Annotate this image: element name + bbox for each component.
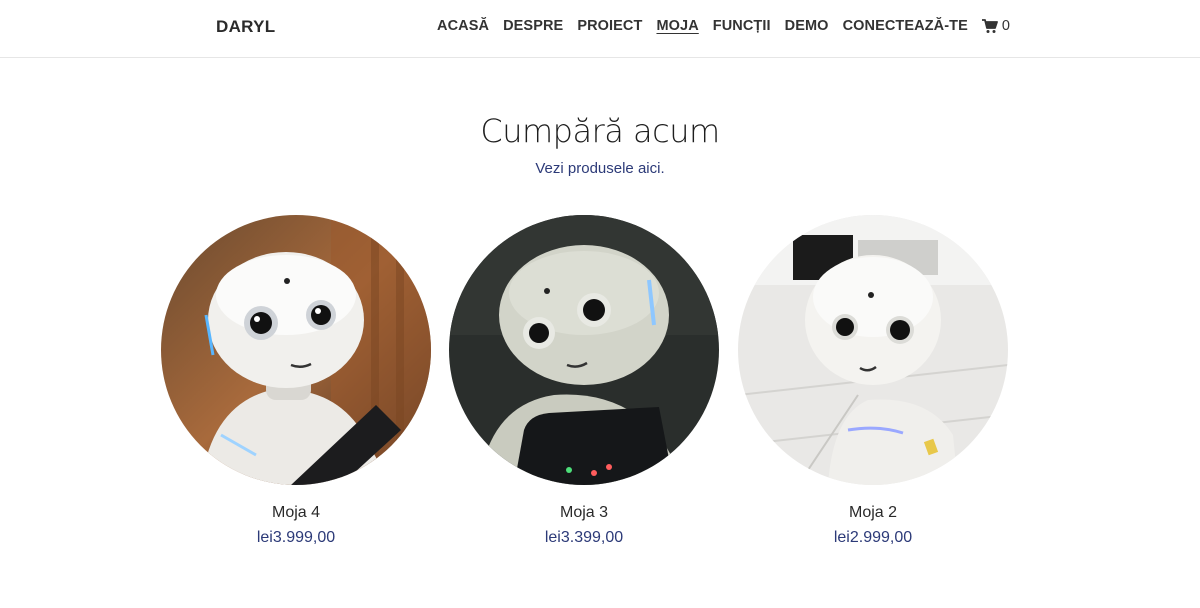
nav-item-functii[interactable]: FUNCȚII: [713, 18, 771, 34]
product-name[interactable]: Moja 3: [449, 504, 719, 522]
nav-item-moja[interactable]: MOJA: [656, 18, 698, 34]
page-subtitle: Vezi produsele aici.: [535, 160, 665, 177]
product-name[interactable]: Moja 2: [738, 504, 1008, 522]
product-card: Moja 4 lei3.999,00: [161, 215, 431, 547]
product-image[interactable]: [738, 215, 1008, 485]
product-image[interactable]: [449, 215, 719, 485]
nav-item-proiect[interactable]: PROIECT: [577, 18, 642, 34]
cart-button[interactable]: 0: [981, 18, 1010, 34]
nav-item-acasa[interactable]: ACASĂ: [437, 18, 489, 34]
brand-logo[interactable]: DARYL: [216, 17, 275, 37]
main-nav: ACASĂ DESPRE PROIECT MOJA FUNCȚII DEMO C…: [423, 18, 1010, 34]
product-image[interactable]: [161, 215, 431, 485]
site-header: DARYL ACASĂ DESPRE PROIECT MOJA FUNCȚII …: [0, 0, 1200, 58]
nav-item-demo[interactable]: DEMO: [785, 18, 829, 34]
product-name[interactable]: Moja 4: [161, 504, 431, 522]
product-price: lei2.999,00: [833, 529, 913, 546]
cart-count: 0: [1001, 18, 1010, 34]
product-card: Moja 3 lei3.399,00: [449, 215, 719, 547]
product-price: lei3.999,00: [256, 529, 336, 546]
nav-item-conecteaza-te[interactable]: CONECTEAZĂ-TE: [843, 18, 968, 34]
page-title: Cumpără acum: [480, 112, 720, 150]
product-price: lei3.399,00: [544, 529, 624, 546]
nav-item-despre[interactable]: DESPRE: [503, 18, 563, 34]
cart-icon: [981, 18, 998, 33]
product-card: Moja 2 lei2.999,00: [738, 215, 1008, 547]
